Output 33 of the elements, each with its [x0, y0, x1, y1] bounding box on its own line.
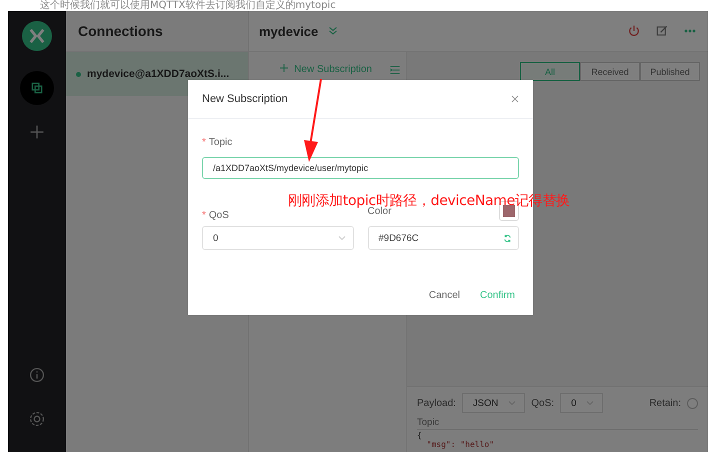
topic-field[interactable]: /a1XDD7aoXtS/mydevice/user/mytopic: [202, 157, 519, 179]
retain-label: Retain:: [649, 398, 681, 408]
required-mark: *: [202, 210, 206, 221]
topic-input[interactable]: Topic: [417, 416, 698, 430]
payload-label: Payload:: [417, 398, 456, 408]
topic-label: Topic: [208, 137, 232, 148]
panel-title: Connections: [78, 23, 163, 39]
qos-select[interactable]: 0: [560, 393, 604, 413]
dialog-title: New Subscription: [202, 93, 288, 105]
payload-format-select[interactable]: JSON: [462, 393, 526, 413]
qos-label: QoS: [208, 210, 229, 221]
required-mark: *: [202, 137, 206, 148]
qos-label: QoS:: [531, 398, 554, 408]
color-field[interactable]: #9D676C: [368, 226, 519, 250]
filter-tab[interactable]: Published: [640, 62, 700, 81]
cancel-button[interactable]: Cancel: [420, 286, 468, 305]
connections-button[interactable]: [20, 71, 54, 105]
color-swatch: [503, 205, 515, 217]
refresh-icon[interactable]: [502, 232, 513, 244]
code-line: {: [417, 431, 423, 440]
filter-tab[interactable]: Received: [580, 62, 640, 81]
plus-icon: [280, 64, 288, 72]
code-line: "msg": "hello": [426, 440, 496, 449]
payload-editor[interactable]: { "msg": "hello": [417, 430, 698, 449]
color-label: Color: [368, 206, 392, 216]
connection-title: mydevice: [259, 24, 318, 38]
confirm-button[interactable]: Confirm: [472, 286, 523, 305]
retain-toggle[interactable]: [687, 398, 698, 408]
close-icon[interactable]: [509, 93, 521, 105]
power-icon[interactable]: [626, 23, 642, 39]
logo-icon: [22, 21, 52, 51]
status-dot: [76, 72, 81, 76]
qos-select[interactable]: 0: [202, 226, 354, 250]
